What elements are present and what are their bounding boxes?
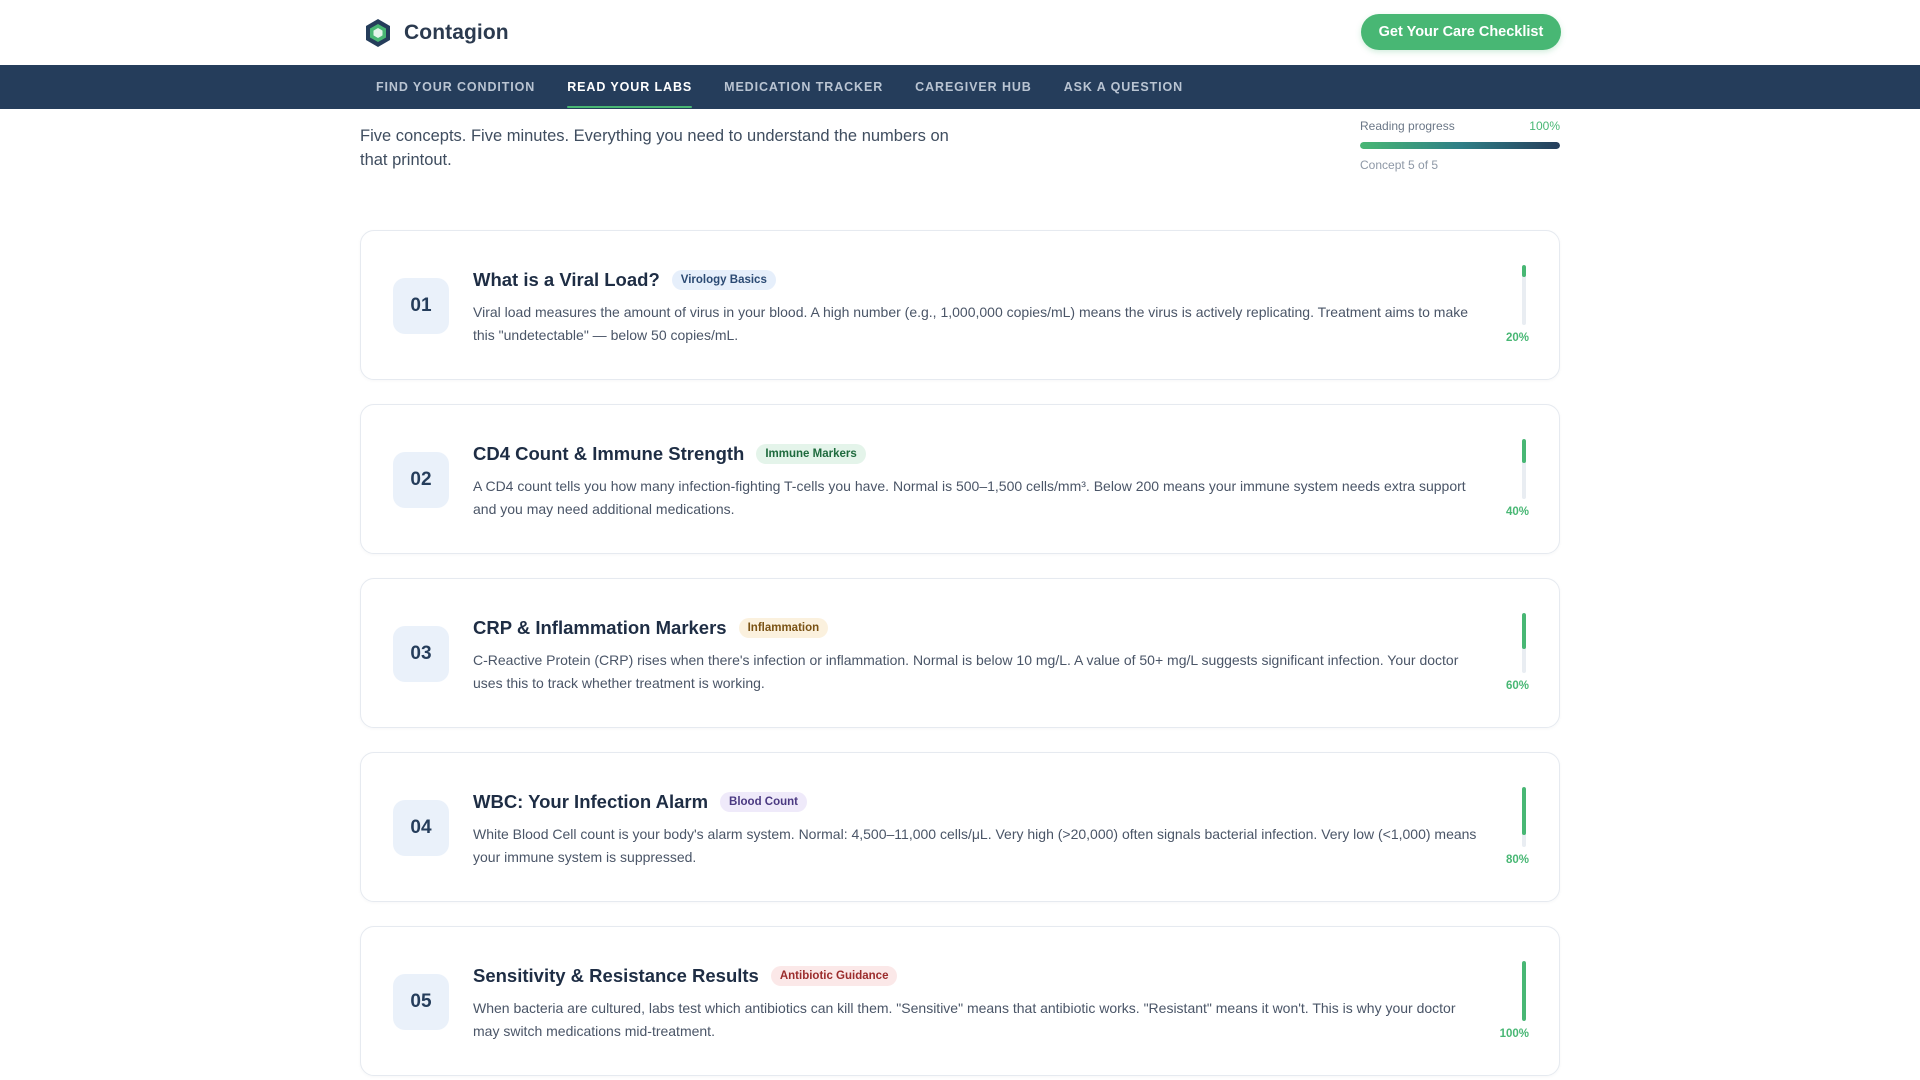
concept-progress-meter: 20% xyxy=(1489,265,1529,347)
progress-bar xyxy=(1360,142,1560,149)
concept-progress-meter: 80% xyxy=(1489,787,1529,869)
concept-tag: Virology Basics xyxy=(671,270,776,290)
concept-progress-fill xyxy=(1522,265,1526,277)
concept-tag: Inflammation xyxy=(738,618,829,638)
concept-progress-fill xyxy=(1522,961,1526,1021)
concept-progress-percent: 100% xyxy=(1499,1028,1529,1040)
concept-progress-meter: 40% xyxy=(1489,439,1529,521)
concept-description: White Blood Cell count is your body's al… xyxy=(473,826,1477,865)
concept-card[interactable]: 04 WBC: Your Infection Alarm Blood Count… xyxy=(360,752,1560,902)
reading-progress: Reading progress 100% Concept 5 of 5 xyxy=(1360,118,1560,172)
nav-item-medication-tracker[interactable]: MEDICATION TRACKER xyxy=(708,65,899,109)
concept-progress-percent: 80% xyxy=(1505,854,1529,866)
progress-bar-fill xyxy=(1360,142,1560,149)
concept-progress-percent: 20% xyxy=(1505,332,1529,344)
concept-title: Sensitivity & Resistance Results xyxy=(473,965,759,986)
brand-logo-link[interactable]: Contagion xyxy=(364,18,509,48)
progress-label: Reading progress xyxy=(1360,119,1455,133)
concept-tag: Antibiotic Guidance xyxy=(770,966,898,986)
progress-concept-count: Concept 5 of 5 xyxy=(1360,158,1439,172)
concept-card[interactable]: 05 Sensitivity & Resistance Results Anti… xyxy=(360,926,1560,1076)
nav-item-ask-question[interactable]: ASK A QUESTION xyxy=(1048,65,1199,109)
concept-progress-percent: 60% xyxy=(1505,680,1529,692)
progress-value: 100% xyxy=(1529,119,1560,133)
concept-number: 03 xyxy=(393,626,449,682)
brand-name: Contagion xyxy=(404,21,509,44)
concept-number: 05 xyxy=(393,974,449,1030)
nav-item-find-condition[interactable]: FIND YOUR CONDITION xyxy=(360,65,551,109)
concept-title: What is a Viral Load? xyxy=(473,269,660,290)
concept-list: 01 What is a Viral Load? Virology Basics… xyxy=(360,230,1560,1080)
nav-item-read-labs[interactable]: READ YOUR LABS xyxy=(551,65,708,109)
concept-progress-meter: 60% xyxy=(1489,613,1529,695)
concept-progress-fill xyxy=(1522,613,1526,649)
concept-card[interactable]: 01 What is a Viral Load? Virology Basics… xyxy=(360,230,1560,380)
concept-title: CD4 Count & Immune Strength xyxy=(473,443,745,464)
concept-description: When bacteria are cultured, labs test wh… xyxy=(473,1000,1456,1039)
nav-item-caregiver-hub[interactable]: CAREGIVER HUB xyxy=(899,65,1048,109)
hexagon-shield-icon xyxy=(366,19,390,47)
concept-progress-percent: 40% xyxy=(1505,506,1529,518)
care-checklist-button[interactable]: Get Your Care Checklist xyxy=(1361,14,1561,50)
concept-tag: Blood Count xyxy=(720,792,808,812)
top-header: Contagion Get Your Care Checklist xyxy=(0,0,1920,65)
concept-card[interactable]: 02 CD4 Count & Immune Strength Immune Ma… xyxy=(360,404,1560,554)
concept-card[interactable]: 03 CRP & Inflammation Markers Inflammati… xyxy=(360,578,1560,728)
concept-title: CRP & Inflammation Markers xyxy=(473,617,727,638)
intro-text: Five concepts. Five minutes. Everything … xyxy=(360,127,949,169)
concept-description: C-Reactive Protein (CRP) rises when ther… xyxy=(473,652,1459,691)
concept-description: Viral load measures the amount of virus … xyxy=(473,304,1469,343)
concept-progress-meter: 100% xyxy=(1489,961,1529,1043)
main-nav: FIND YOUR CONDITION READ YOUR LABS MEDIC… xyxy=(0,65,1920,109)
concept-number: 01 xyxy=(393,278,449,334)
concept-number: 02 xyxy=(393,452,449,508)
concept-number: 04 xyxy=(393,800,449,856)
concept-description: A CD4 count tells you how many infection… xyxy=(473,478,1466,517)
concept-tag: Immune Markers xyxy=(756,444,866,464)
concept-progress-fill xyxy=(1522,439,1526,463)
concept-progress-fill xyxy=(1522,787,1526,835)
concept-title: WBC: Your Infection Alarm xyxy=(473,791,709,812)
